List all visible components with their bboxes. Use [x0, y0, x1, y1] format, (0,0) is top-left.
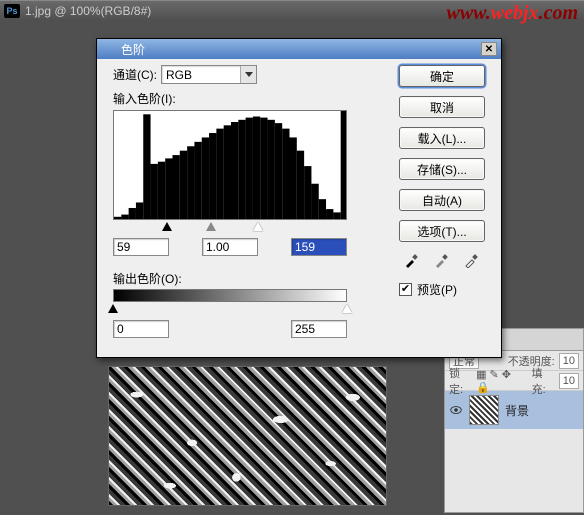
fill-value[interactable]: 10	[559, 373, 579, 389]
document-canvas[interactable]	[108, 366, 387, 506]
preview-checkbox[interactable]: ✔	[399, 283, 412, 296]
preview-checkbox-row[interactable]: ✔ 预览(P)	[399, 281, 491, 298]
lock-label: 锁定:	[449, 365, 472, 397]
black-point-slider[interactable]	[162, 222, 172, 231]
histogram	[113, 110, 347, 220]
white-point-slider[interactable]	[253, 222, 263, 231]
gamma-slider[interactable]	[206, 222, 216, 231]
load-button[interactable]: 载入(L)...	[399, 127, 485, 149]
cancel-button[interactable]: 取消	[399, 96, 485, 118]
input-white-field[interactable]	[291, 238, 347, 256]
output-black-slider[interactable]	[108, 304, 118, 313]
channel-value: RGB	[162, 68, 240, 82]
channel-select[interactable]: RGB	[161, 65, 257, 84]
levels-dialog: 色阶 ✕ 通道(C): RGB 输入色阶(I):	[96, 38, 502, 358]
app-titlebar: Ps 1.jpg @ 100%(RGB/8#)	[0, 0, 584, 20]
white-eyedropper-icon[interactable]	[463, 251, 481, 269]
input-levels-label: 输入色阶(I):	[113, 90, 363, 107]
black-eyedropper-icon[interactable]	[403, 251, 421, 269]
output-black-field[interactable]	[113, 320, 169, 338]
ps-app-icon: Ps	[4, 4, 20, 18]
channel-label: 通道(C):	[113, 66, 157, 83]
dialog-titlebar[interactable]: 色阶 ✕	[97, 39, 501, 59]
visibility-eye-icon[interactable]	[449, 403, 463, 417]
layer-name[interactable]: 背景	[505, 402, 529, 419]
lock-row: 锁定: ▦ ✎ ✥ 🔒 填充: 10	[445, 371, 583, 391]
opacity-value[interactable]: 10	[559, 353, 579, 369]
document-title: 1.jpg @ 100%(RGB/8#)	[25, 4, 151, 18]
output-white-slider[interactable]	[342, 304, 352, 313]
output-gradient	[113, 289, 347, 302]
layer-row-background[interactable]: 背景	[445, 391, 583, 429]
output-levels-label: 输出色阶(O):	[113, 270, 363, 287]
options-button[interactable]: 选项(T)...	[399, 220, 485, 242]
lock-icons-group[interactable]: ▦ ✎ ✥ 🔒	[476, 368, 524, 394]
output-white-field[interactable]	[291, 320, 347, 338]
layer-thumbnail	[469, 395, 499, 425]
eyedropper-group	[399, 251, 491, 269]
output-slider-track[interactable]	[113, 304, 347, 316]
auto-button[interactable]: 自动(A)	[399, 189, 485, 211]
dialog-title: 色阶	[121, 41, 481, 58]
save-button[interactable]: 存储(S)...	[399, 158, 485, 180]
input-black-field[interactable]	[113, 238, 169, 256]
image-content	[109, 367, 386, 505]
input-slider-track[interactable]	[113, 222, 347, 234]
ok-button[interactable]: 确定	[399, 65, 485, 87]
close-button[interactable]: ✕	[481, 42, 497, 56]
dialog-icon	[101, 42, 115, 56]
input-gamma-field[interactable]	[202, 238, 258, 256]
preview-label: 预览(P)	[417, 281, 457, 298]
chevron-down-icon	[240, 66, 256, 83]
gray-eyedropper-icon[interactable]	[433, 251, 451, 269]
fill-label: 填充:	[532, 365, 555, 397]
